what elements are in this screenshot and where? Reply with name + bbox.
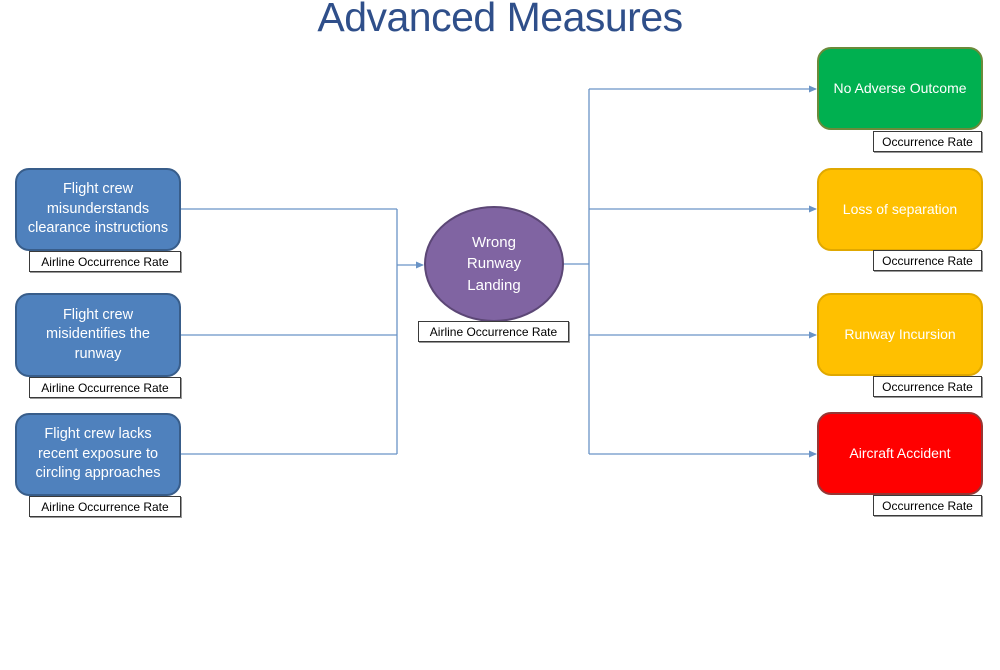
- outcome-rate-tag: Occurrence Rate: [873, 376, 982, 397]
- outcome-box-aircraft-accident[interactable]: Aircraft Accident: [817, 412, 983, 495]
- outcome-label: Runway Incursion: [844, 325, 956, 342]
- cause-box[interactable]: Flight crew misidentifies the runway: [15, 293, 181, 377]
- outcome-label: Loss of separation: [842, 200, 958, 217]
- cause-label: Flight crew misidentifies the runway: [46, 306, 150, 362]
- cause-rate-tag: Airline Occurrence Rate: [29, 496, 181, 517]
- cause-box[interactable]: Flight crew misunderstands clearance ins…: [15, 168, 181, 251]
- outcome-label: No Adverse Outcome: [833, 79, 967, 96]
- center-event-line: Landing: [467, 276, 521, 294]
- cause-rate-tag: Airline Occurrence Rate: [29, 377, 181, 398]
- cause-box[interactable]: Flight crew lacks recent exposure to cir…: [15, 413, 181, 496]
- center-event-line: Runway: [466, 255, 522, 273]
- outcome-box-no-adverse[interactable]: No Adverse Outcome: [817, 47, 983, 130]
- outcome-box-loss-of-separation[interactable]: Loss of separation: [817, 168, 983, 251]
- cause-label: Flight crew misunderstands clearance ins…: [27, 181, 169, 237]
- outcome-box-runway-incursion[interactable]: Runway Incursion: [817, 293, 983, 376]
- center-rate-tag: Airline Occurrence Rate: [418, 321, 569, 342]
- center-event[interactable]: Wrong Runway Landing: [424, 206, 564, 322]
- outcome-label: Aircraft Accident: [849, 444, 951, 461]
- cause-label: Flight crew lacks recent exposure to cir…: [35, 426, 161, 482]
- outcome-rate-tag: Occurrence Rate: [873, 250, 982, 271]
- outcome-rate-tag: Occurrence Rate: [873, 495, 982, 516]
- cause-rate-tag: Airline Occurrence Rate: [29, 251, 181, 272]
- outcome-rate-tag: Occurrence Rate: [873, 131, 982, 152]
- center-event-line: Wrong: [472, 233, 516, 251]
